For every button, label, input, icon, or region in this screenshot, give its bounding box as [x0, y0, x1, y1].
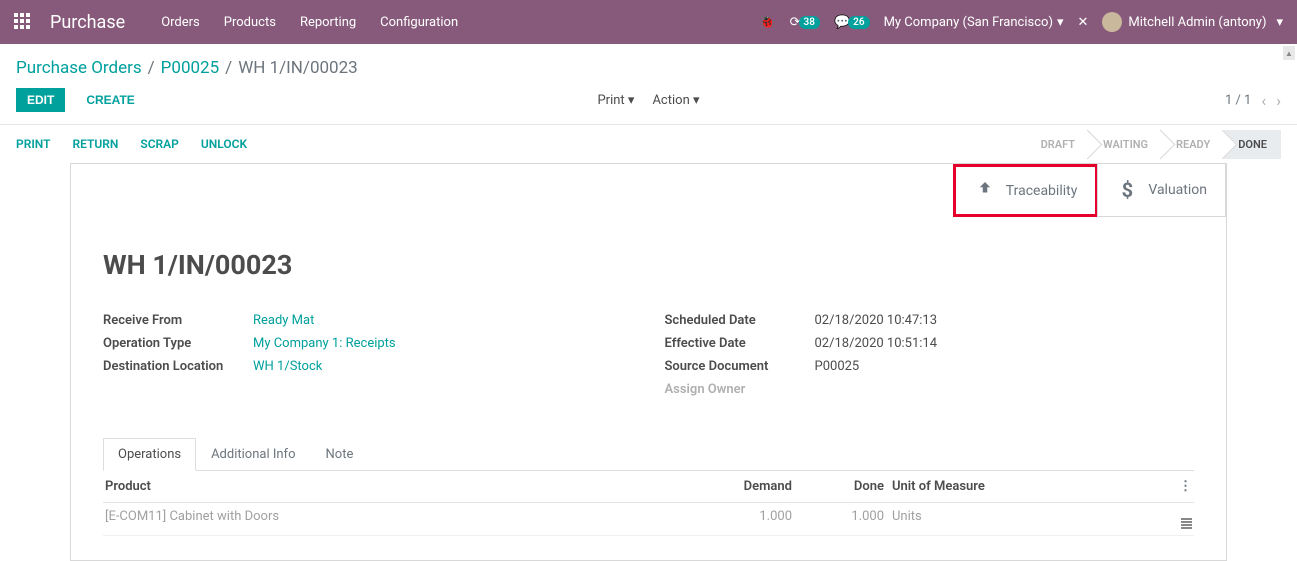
apps-icon[interactable] — [14, 13, 32, 31]
table-header: Product Demand Done Unit of Measure ⋮ — [103, 471, 1194, 503]
arrow-up-icon — [974, 179, 996, 202]
label-receive-from: Receive From — [103, 313, 253, 328]
action-scrap[interactable]: SCRAP — [140, 137, 179, 151]
value-destination[interactable]: WH 1/Stock — [253, 359, 322, 374]
statusbar: PRINT RETURN SCRAP UNLOCK DRAFT WAITING … — [0, 125, 1297, 163]
app-brand[interactable]: Purchase — [50, 12, 125, 33]
label-destination: Destination Location — [103, 359, 253, 374]
kebab-icon[interactable]: ⋮ — [1179, 479, 1192, 494]
company-switcher[interactable]: My Company (San Francisco)▾ — [884, 15, 1064, 30]
cell-uom: Units — [892, 509, 1152, 529]
edit-button[interactable]: EDIT — [16, 88, 65, 112]
topbar: Purchase Orders Products Reporting Confi… — [0, 0, 1297, 44]
pager-prev[interactable]: ‹ — [1261, 91, 1266, 110]
label-source-doc: Source Document — [665, 359, 815, 374]
nav-menu: Orders Products Reporting Configuration — [161, 15, 458, 30]
chevron-down-icon: ▾ — [628, 93, 635, 108]
pager-text: 1 / 1 — [1225, 93, 1251, 108]
value-receive-from[interactable]: Ready Mat — [253, 313, 314, 328]
pager: 1 / 1 ‹ › — [1225, 91, 1281, 110]
tab-note[interactable]: Note — [311, 438, 369, 471]
chat-count: 26 — [848, 16, 869, 29]
nav-products[interactable]: Products — [224, 15, 276, 30]
action-return[interactable]: RETURN — [72, 137, 118, 151]
breadcrumb-parent[interactable]: P00025 — [161, 58, 220, 78]
print-dropdown[interactable]: Print ▾ — [597, 93, 634, 108]
chevron-down-icon: ▾ — [693, 93, 700, 108]
dollar-icon: $ — [1116, 178, 1138, 202]
tab-additional-info[interactable]: Additional Info — [196, 438, 310, 471]
table-row[interactable]: [E-COM11] Cabinet with Doors 1.000 1.000… — [103, 503, 1194, 536]
scroll-up-indicator[interactable]: ▲ — [1283, 46, 1295, 60]
breadcrumb: Purchase Orders / P00025 / WH 1/IN/00023 — [0, 44, 1297, 88]
chat-badge[interactable]: 💬26 — [834, 15, 870, 30]
pager-next[interactable]: › — [1276, 91, 1281, 110]
value-effective-date: 02/18/2020 10:51:14 — [815, 336, 938, 351]
avatar — [1102, 12, 1122, 32]
value-scheduled-date: 02/18/2020 10:47:13 — [815, 313, 938, 328]
stat-buttons: Traceability $ Valuation — [71, 164, 1226, 217]
record-title: WH 1/IN/00023 — [103, 249, 1194, 281]
label-scheduled-date: Scheduled Date — [665, 313, 815, 328]
chevron-down-icon: ▾ — [1057, 15, 1064, 30]
create-button[interactable]: CREATE — [75, 88, 145, 112]
col-product: Product — [105, 479, 602, 494]
cell-demand: 1.000 — [602, 509, 812, 529]
user-menu[interactable]: Mitchell Admin (antony)▾ — [1102, 12, 1283, 32]
stage-indicator: DRAFT WAITING READY DONE — [1027, 130, 1281, 159]
right-column: Scheduled Date02/18/2020 10:47:13 Effect… — [665, 309, 1195, 401]
stage-draft: DRAFT — [1027, 130, 1089, 159]
operations-table: Product Demand Done Unit of Measure ⋮ [E… — [103, 471, 1194, 536]
valuation-button[interactable]: $ Valuation — [1097, 164, 1226, 217]
value-source-doc: P00025 — [815, 359, 860, 374]
chevron-down-icon: ▾ — [1276, 15, 1283, 30]
left-column: Receive FromReady Mat Operation TypeMy C… — [103, 309, 633, 401]
tabs: Operations Additional Info Note — [103, 437, 1194, 471]
col-done: Done — [812, 479, 892, 494]
traceability-button[interactable]: Traceability — [953, 164, 1099, 217]
nav-reporting[interactable]: Reporting — [300, 15, 356, 30]
label-assign-owner: Assign Owner — [665, 382, 815, 397]
breadcrumb-current: WH 1/IN/00023 — [238, 58, 358, 78]
label-operation-type: Operation Type — [103, 336, 253, 351]
col-uom: Unit of Measure — [892, 479, 1152, 494]
bug-icon[interactable]: 🐞 — [759, 15, 775, 30]
form-sheet: Traceability $ Valuation WH 1/IN/00023 R… — [70, 163, 1227, 561]
control-panel: EDIT CREATE Print ▾ Action ▾ 1 / 1 ‹ › — [0, 88, 1297, 124]
wrench-icon[interactable]: ✕ — [1078, 15, 1089, 30]
detail-list-icon[interactable] — [1181, 518, 1192, 529]
value-operation-type[interactable]: My Company 1: Receipts — [253, 336, 396, 351]
tab-operations[interactable]: Operations — [103, 438, 196, 471]
nav-configuration[interactable]: Configuration — [380, 15, 458, 30]
action-dropdown[interactable]: Action ▾ — [652, 93, 699, 108]
nav-orders[interactable]: Orders — [161, 15, 200, 30]
topbar-right: 🐞 ⟳38 💬26 My Company (San Francisco)▾ ✕ … — [759, 12, 1283, 32]
action-print[interactable]: PRINT — [16, 137, 50, 151]
action-unlock[interactable]: UNLOCK — [201, 137, 247, 151]
clock-badge[interactable]: ⟳38 — [790, 15, 820, 30]
label-effective-date: Effective Date — [665, 336, 815, 351]
clock-count: 38 — [799, 16, 820, 29]
cell-done: 1.000 — [812, 509, 892, 529]
breadcrumb-root[interactable]: Purchase Orders — [16, 58, 142, 78]
col-demand: Demand — [602, 479, 812, 494]
cell-product: [E-COM11] Cabinet with Doors — [105, 509, 602, 529]
